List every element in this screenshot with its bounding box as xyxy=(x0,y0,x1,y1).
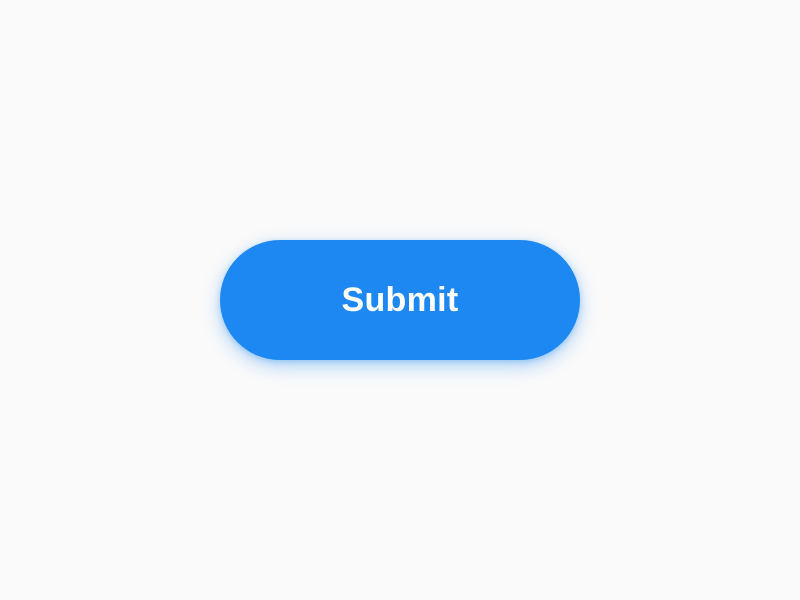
submit-button[interactable]: Submit xyxy=(220,240,580,360)
